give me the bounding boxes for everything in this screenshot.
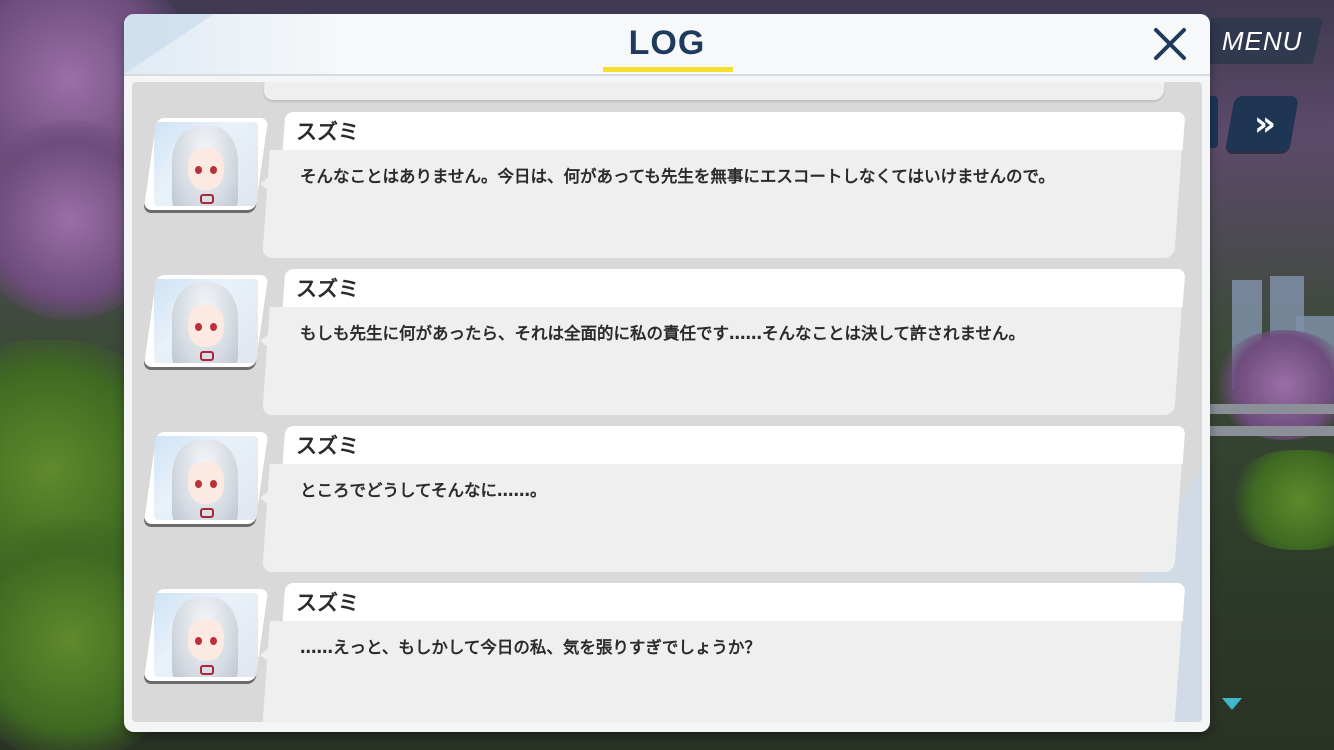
avatar-eye xyxy=(195,480,202,488)
avatar-eye xyxy=(195,166,202,174)
avatar-portrait xyxy=(154,279,258,363)
log-entry: スズミ ところでどうしてそんなに……。 xyxy=(132,426,1202,572)
speaker-name: スズミ xyxy=(296,120,359,144)
log-entry: スズミ ……えっと、もしかして今日の私、気を張りすぎでしょうか？ xyxy=(132,583,1202,722)
message-text: もしも先生に何があったら、それは全面的に私の責任です……そんなことは決して許され… xyxy=(300,324,1026,343)
avatar-face xyxy=(188,619,224,661)
avatar-eye xyxy=(195,323,202,331)
title-underline xyxy=(603,67,733,72)
avatar-eye xyxy=(195,637,202,645)
background-bridge-rail xyxy=(1190,426,1334,436)
background-cherry-tree xyxy=(1214,330,1334,440)
avatar-face xyxy=(188,305,224,347)
avatar-portrait xyxy=(154,436,258,520)
speaker-name-bar xyxy=(282,426,1186,464)
game-scene: MENU » LOG スズミ そんなことはありません。今日は、何があっても先生を… xyxy=(0,0,1334,750)
log-title: LOG xyxy=(628,24,706,62)
message-text: そんなことはありません。今日は、何があっても先生を無事にエスコートしなくてはいけ… xyxy=(300,167,1055,186)
avatar-ribbon xyxy=(200,508,214,518)
speaker-avatar[interactable] xyxy=(143,118,269,210)
close-button[interactable] xyxy=(1148,22,1192,66)
message-text: ところでどうしてそんなに……。 xyxy=(300,481,547,500)
speaker-name-bar xyxy=(282,112,1186,150)
avatar-eye xyxy=(210,480,217,488)
previous-message-fragment xyxy=(263,82,1165,100)
fast-forward-button[interactable]: » xyxy=(1225,96,1299,152)
log-entry: スズミ もしも先生に何があったら、それは全面的に私の責任です……そんなことは決し… xyxy=(132,269,1202,415)
menu-button-label: MENU xyxy=(1221,25,1303,56)
triangle-down-icon[interactable] xyxy=(1222,698,1242,710)
avatar-ribbon xyxy=(200,194,214,204)
avatar-portrait xyxy=(154,122,258,206)
speaker-name-bar xyxy=(282,269,1186,307)
header-decoration xyxy=(124,14,214,74)
avatar-face xyxy=(188,462,224,504)
speaker-name: スズミ xyxy=(296,591,359,615)
speaker-avatar[interactable] xyxy=(143,589,269,681)
log-header: LOG xyxy=(124,14,1210,76)
speaker-avatar[interactable] xyxy=(143,275,269,367)
close-icon xyxy=(1154,28,1186,60)
speaker-name: スズミ xyxy=(296,434,359,458)
message-text: ……えっと、もしかして今日の私、気を張りすぎでしょうか？ xyxy=(300,638,761,657)
avatar-face xyxy=(188,148,224,190)
avatar-ribbon xyxy=(200,351,214,361)
log-entry: スズミ そんなことはありません。今日は、何があっても先生を無事にエスコートしなく… xyxy=(132,112,1202,258)
avatar-eye xyxy=(210,166,217,174)
avatar-eye xyxy=(210,323,217,331)
fast-forward-icon: » xyxy=(1254,104,1270,144)
avatar-portrait xyxy=(154,593,258,677)
avatar-ribbon xyxy=(200,665,214,675)
log-list[interactable]: スズミ そんなことはありません。今日は、何があっても先生を無事にエスコートしなく… xyxy=(132,82,1202,722)
background-bridge-rail xyxy=(1190,404,1334,414)
background-foliage xyxy=(1230,450,1334,550)
avatar-eye xyxy=(210,637,217,645)
speaker-name: スズミ xyxy=(296,277,359,301)
speaker-name-bar xyxy=(282,583,1186,621)
log-panel: LOG スズミ そんなことはありません。今日は、何があっても先生を無事にエスコー… xyxy=(124,14,1210,732)
menu-button[interactable]: MENU xyxy=(1201,18,1323,64)
speaker-avatar[interactable] xyxy=(143,432,269,524)
